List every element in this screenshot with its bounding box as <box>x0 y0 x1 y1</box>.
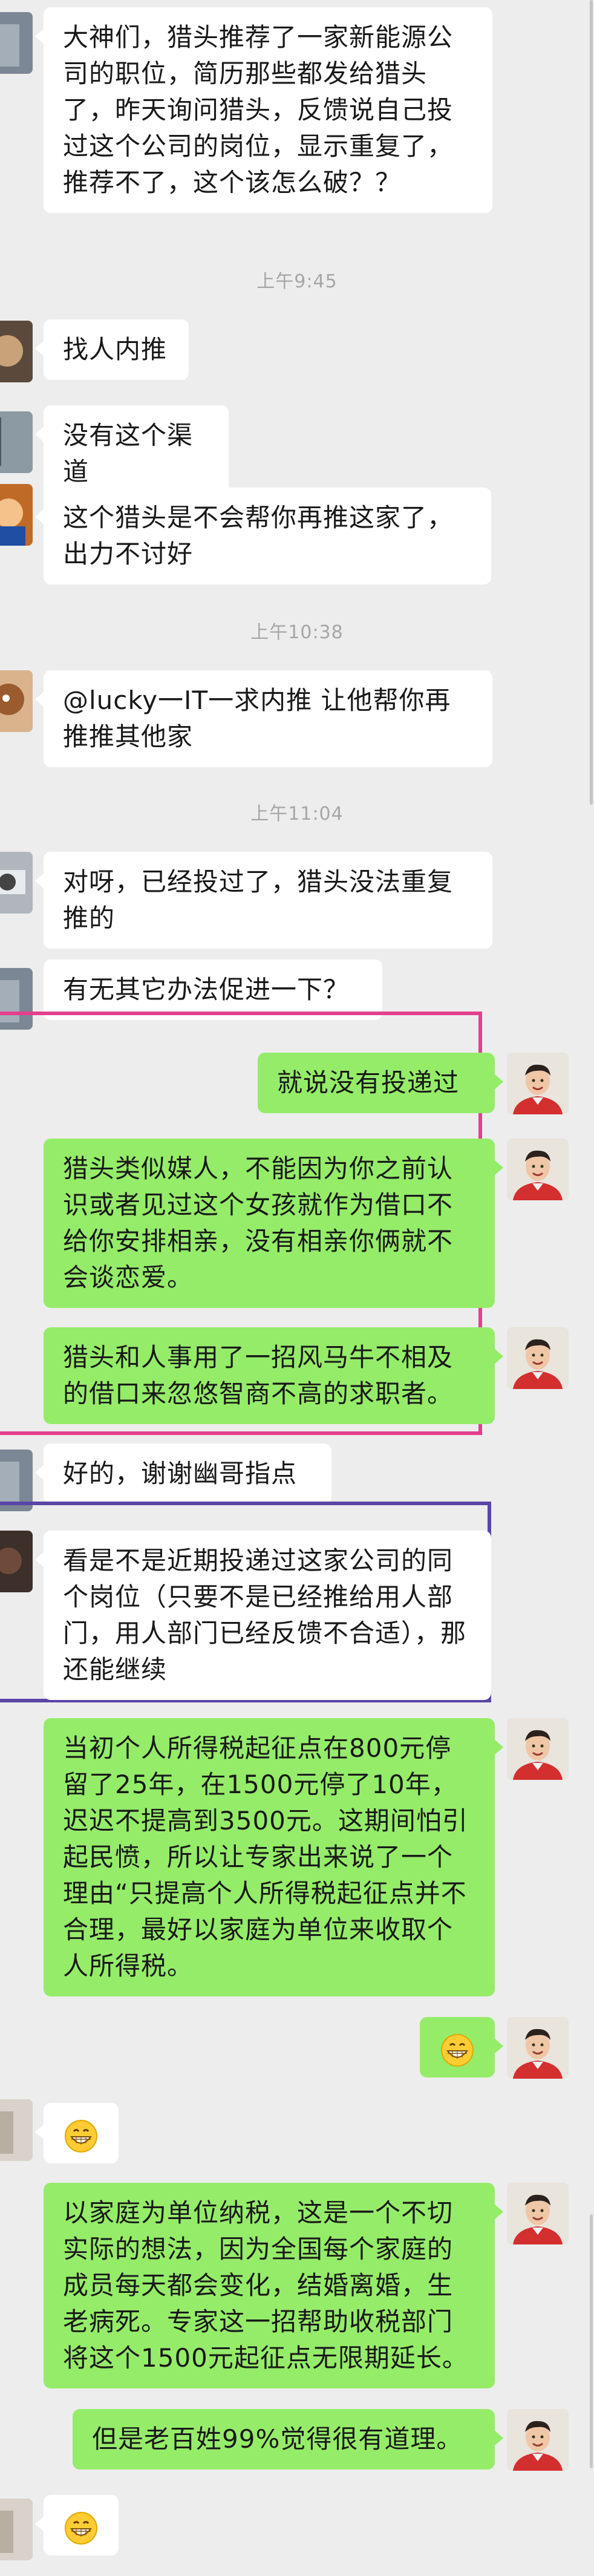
message-bubble[interactable] <box>35 2495 119 2555</box>
timestamp: 上午9:45 <box>256 271 338 292</box>
message-bubble[interactable]: 看是不是近期投递过这家公司的同个岗位（只要不是已经推给用人部门，用人部门已经反馈… <box>35 1531 491 1700</box>
message-bubble-self[interactable] <box>420 2017 503 2077</box>
avatar-self[interactable] <box>507 1718 569 1780</box>
grinning-face-icon <box>64 2511 98 2545</box>
avatar-self[interactable] <box>507 1053 569 1114</box>
message-bubble-self[interactable]: 猎头和人事用了一招风马牛不相及的借口来忽悠智商不高的求职者。 <box>44 1327 503 1424</box>
message-bubble[interactable]: 对呀，已经投过了，猎头没法重复推的 <box>35 852 492 949</box>
message-bubble-self[interactable]: 以家庭为单位纳税，这是一个不切实际的想法，因为全国每个家庭的成员每天都会变化，结… <box>44 2183 503 2388</box>
message-bubble-self[interactable]: 但是老百姓99%觉得很有道理。 <box>73 2409 503 2470</box>
avatar-self[interactable] <box>507 1327 569 1389</box>
avatar-self[interactable] <box>507 1139 569 1200</box>
message-bubble-self[interactable]: 猎头类似媒人，不能因为你之前认识或者见过这个女孩就作为借口不给你安排相亲，没有相… <box>44 1139 503 1308</box>
avatar[interactable] <box>0 852 33 914</box>
message-bubble[interactable] <box>35 2103 119 2163</box>
avatar[interactable] <box>0 670 33 732</box>
avatar[interactable] <box>0 2499 33 2560</box>
grinning-face-icon <box>64 2119 98 2153</box>
message-bubble[interactable]: 有无其它办法促进一下？ <box>44 959 382 1020</box>
message-bubble[interactable]: 好的，谢谢幽哥指点 <box>35 1443 331 1504</box>
message-bubble[interactable]: 找人内推 <box>35 319 189 380</box>
avatar[interactable] <box>0 1531 33 1592</box>
message-bubble[interactable]: 这个猎头是不会帮你再推这家了，出力不讨好 <box>35 488 491 584</box>
message-bubble[interactable]: 大神们，猎头推荐了一家新能源公司的职位，简历那些都发给猎头了，昨天询问猎头，反馈… <box>35 7 492 213</box>
avatar[interactable] <box>0 411 33 473</box>
avatar[interactable] <box>0 2099 33 2161</box>
message-bubble-self[interactable]: 当初个人所得税起征点在800元停留了25年，在1500元停了10年，迟迟不提高到… <box>44 1718 503 1996</box>
timestamp: 上午10:38 <box>250 622 344 643</box>
scrollbar[interactable] <box>590 0 593 805</box>
grinning-face-icon <box>440 2033 474 2067</box>
avatar-self[interactable] <box>507 2017 569 2079</box>
avatar[interactable] <box>0 484 33 546</box>
message-bubble-self[interactable]: 就说没有投递过 <box>258 1053 503 1113</box>
avatar-self[interactable] <box>507 2183 569 2244</box>
scrollbar-lower[interactable] <box>590 2214 593 2468</box>
avatar[interactable] <box>0 321 33 382</box>
message-bubble[interactable]: @lucky一IT一求内推 让他帮你再推推其他家 <box>35 670 492 767</box>
timestamp: 上午11:04 <box>250 803 344 825</box>
avatar-self[interactable] <box>507 2409 569 2471</box>
avatar[interactable] <box>0 12 33 74</box>
